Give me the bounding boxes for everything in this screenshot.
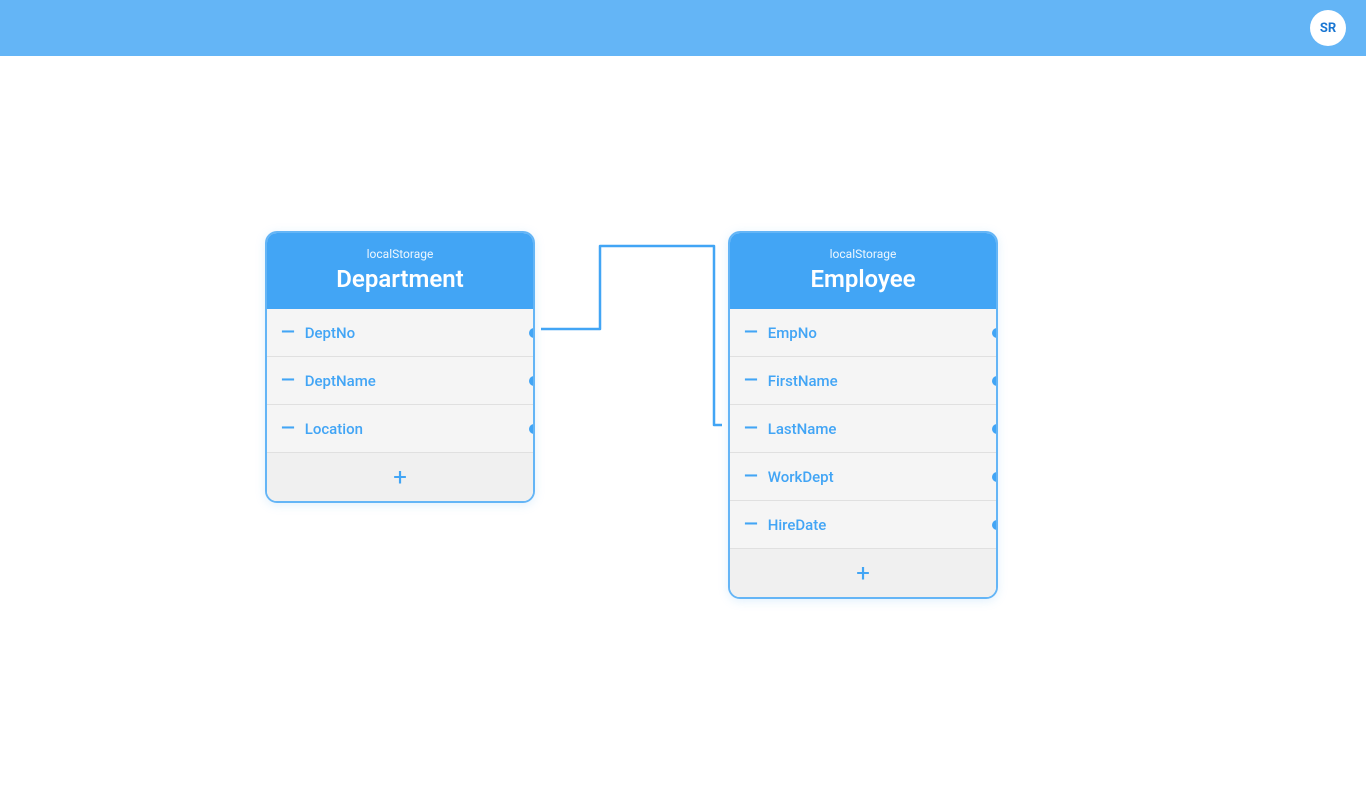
canvas: localStorage Department — DeptNo — DeptN…: [0, 56, 1366, 804]
employee-fields: — EmpNo — FirstName — LastName — WorkDep…: [730, 309, 996, 597]
table-row[interactable]: — WorkDept: [730, 453, 996, 501]
deptname-dot[interactable]: [529, 376, 535, 386]
department-table-card: localStorage Department — DeptNo — DeptN…: [265, 231, 535, 503]
workdept-field-label: WorkDept: [768, 468, 982, 486]
employee-source-label: localStorage: [750, 247, 976, 261]
table-row[interactable]: — Location: [267, 405, 533, 453]
department-header: localStorage Department: [267, 233, 533, 309]
hiredate-dot[interactable]: [992, 520, 998, 530]
location-dot[interactable]: [529, 424, 535, 434]
add-employee-field-button[interactable]: +: [730, 549, 996, 597]
employee-table-name: Employee: [750, 265, 976, 293]
plus-icon: +: [393, 465, 407, 489]
deptno-field-label: DeptNo: [305, 324, 519, 342]
table-row[interactable]: — DeptName: [267, 357, 533, 405]
remove-deptname-icon[interactable]: —: [281, 372, 295, 390]
remove-empno-icon[interactable]: —: [744, 324, 758, 342]
table-row[interactable]: — EmpNo: [730, 309, 996, 357]
lastname-field-label: LastName: [768, 420, 982, 438]
avatar[interactable]: SR: [1310, 10, 1346, 46]
workdept-dot[interactable]: [992, 472, 998, 482]
remove-firstname-icon[interactable]: —: [744, 372, 758, 390]
location-field-label: Location: [305, 420, 519, 438]
table-row[interactable]: — LastName: [730, 405, 996, 453]
remove-deptno-icon[interactable]: —: [281, 324, 295, 342]
add-department-field-button[interactable]: +: [267, 453, 533, 501]
remove-hiredate-icon[interactable]: —: [744, 516, 758, 534]
remove-location-icon[interactable]: —: [281, 420, 295, 438]
employee-header: localStorage Employee: [730, 233, 996, 309]
deptname-field-label: DeptName: [305, 372, 519, 390]
connector-line: [0, 56, 1366, 804]
employee-table-card: localStorage Employee — EmpNo — FirstNam…: [728, 231, 998, 599]
hiredate-field-label: HireDate: [768, 516, 982, 534]
remove-lastname-icon[interactable]: —: [744, 420, 758, 438]
remove-workdept-icon[interactable]: —: [744, 468, 758, 486]
firstname-dot[interactable]: [992, 376, 998, 386]
department-fields: — DeptNo — DeptName — Location +: [267, 309, 533, 501]
lastname-dot[interactable]: [992, 424, 998, 434]
firstname-field-label: FirstName: [768, 372, 982, 390]
department-source-label: localStorage: [287, 247, 513, 261]
table-row[interactable]: — HireDate: [730, 501, 996, 549]
department-table-name: Department: [287, 265, 513, 293]
top-bar: SR: [0, 0, 1366, 56]
deptno-dot[interactable]: [529, 328, 535, 338]
table-row[interactable]: — DeptNo: [267, 309, 533, 357]
plus-icon: +: [856, 561, 870, 585]
empno-dot[interactable]: [992, 328, 998, 338]
table-row[interactable]: — FirstName: [730, 357, 996, 405]
empno-field-label: EmpNo: [768, 324, 982, 342]
